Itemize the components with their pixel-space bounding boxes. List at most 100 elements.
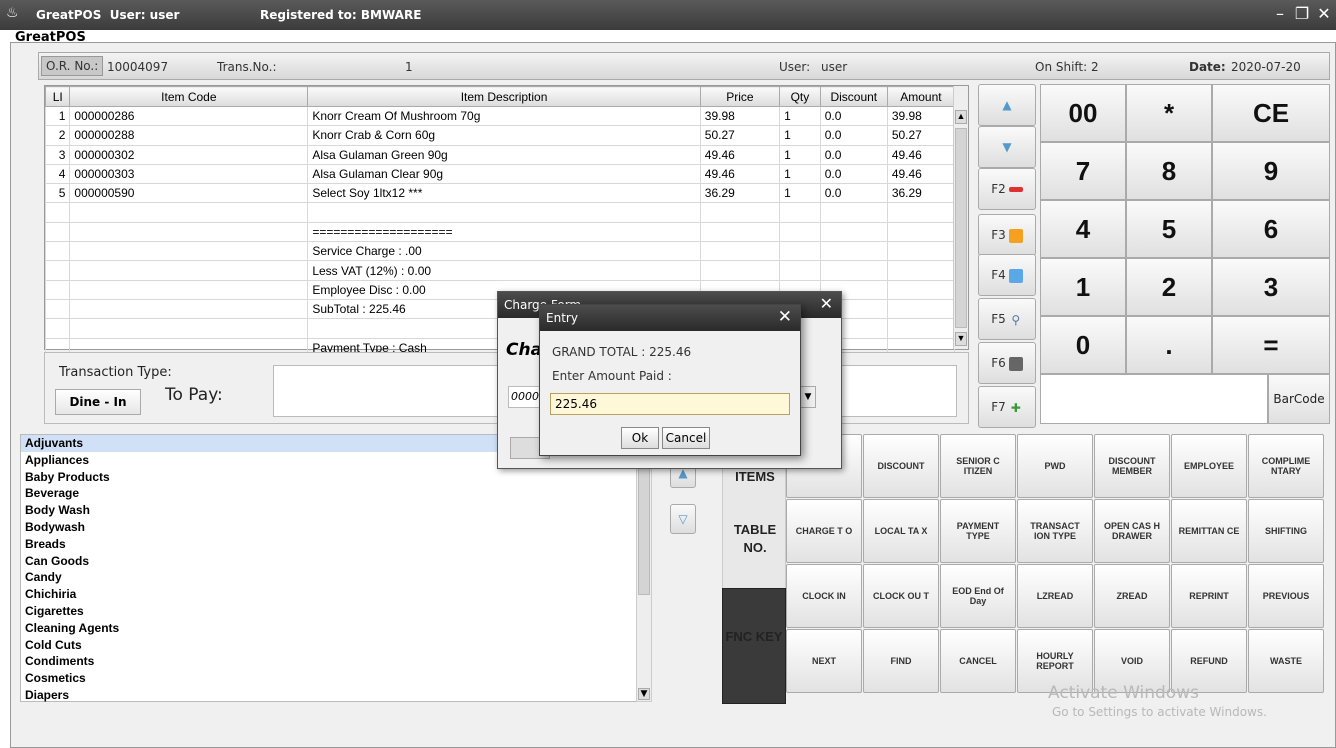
column-header[interactable]: Item Description [307, 86, 701, 107]
f3-button[interactable]: F3 [978, 214, 1036, 256]
function-button[interactable]: SHIFTING [1248, 499, 1324, 563]
key-ce[interactable]: CE [1212, 84, 1330, 142]
function-button[interactable]: CANCEL [940, 629, 1016, 693]
barcode-input[interactable] [1040, 374, 1268, 424]
scroll-down-button[interactable]: ▼ [978, 126, 1036, 168]
category-list[interactable]: Adjuvants Appliances Baby Products Beverage… [20, 434, 652, 702]
key-9[interactable]: 9 [1212, 142, 1330, 200]
f2-button[interactable]: F2 [978, 168, 1036, 210]
category-item[interactable]: Diapers [21, 687, 651, 704]
tab-table-no[interactable]: TABLE NO. [723, 521, 787, 557]
function-button[interactable]: PAYMENT TYPE [940, 499, 1016, 563]
f4-button[interactable]: F4 [978, 254, 1036, 296]
scroll-up-icon[interactable]: ▲ [955, 110, 967, 124]
category-item[interactable]: Baby Products [21, 469, 651, 486]
table-row[interactable]: 3 000000302 Alsa Gulaman Green 90g 49.46 1 0.… [44, 144, 956, 165]
scroll-up-button[interactable]: ▲ [978, 84, 1036, 126]
table-row[interactable]: 2 000000288 Knorr Crab & Corn 60g 50.27 1 0.0… [44, 125, 956, 146]
key-0[interactable]: 0 [1040, 316, 1126, 374]
grid-scrollbar[interactable]: ▲ ▼ [953, 86, 968, 349]
column-header[interactable]: Qty [779, 86, 821, 107]
column-header[interactable]: Item Code [69, 86, 309, 107]
function-button[interactable]: OPEN CAS H DRAWER [1094, 499, 1170, 563]
key-1[interactable]: 1 [1040, 258, 1126, 316]
table-row[interactable]: Less VAT (12%) : 0.00 [44, 260, 956, 281]
table-row[interactable] [44, 202, 956, 223]
table-row[interactable]: ==================== [44, 221, 956, 243]
column-header[interactable]: Price [699, 86, 781, 107]
category-item[interactable]: Chichiria [21, 586, 651, 603]
category-item[interactable]: Can Goods [21, 553, 651, 570]
function-button[interactable]: PWD [1017, 434, 1093, 498]
function-button[interactable]: FIND [863, 629, 939, 693]
key-equals[interactable]: = [1212, 316, 1330, 374]
function-button[interactable]: DISCOUNT [863, 434, 939, 498]
function-button[interactable]: NEXT [786, 629, 862, 693]
category-item[interactable]: Cosmetics [21, 670, 651, 687]
key-5[interactable]: 5 [1126, 200, 1212, 258]
function-button[interactable]: REPRINT [1171, 564, 1247, 628]
cancel-button[interactable]: Cancel [662, 427, 710, 449]
function-button[interactable]: CLOCK IN [786, 564, 862, 628]
category-scrollbar[interactable]: ▼ [636, 434, 652, 702]
category-item[interactable]: Candy [21, 569, 651, 586]
key-star[interactable]: * [1126, 84, 1212, 142]
column-header[interactable]: Discount [819, 86, 888, 107]
column-header[interactable]: LI [44, 86, 71, 107]
ok-button[interactable]: Ok [621, 427, 659, 449]
table-row[interactable]: 5 000000590 Select Soy 1ltx12 *** 36.29 1 0.0… [44, 183, 956, 204]
close-button[interactable]: ✕ [1314, 4, 1334, 23]
category-item[interactable]: Bodywash [21, 519, 651, 536]
function-button[interactable]: WASTE [1248, 629, 1324, 693]
function-button[interactable]: PREVIOUS [1248, 564, 1324, 628]
tab-items[interactable]: ITEMS [723, 469, 787, 484]
function-button[interactable]: CHARGE T O [786, 499, 862, 563]
f5-button[interactable]: F5 ⚲ [978, 298, 1036, 340]
key-6[interactable]: 6 [1212, 200, 1330, 258]
chevron-down-icon[interactable]: ▼ [800, 386, 816, 408]
function-button[interactable]: LZREAD [1017, 564, 1093, 628]
close-icon[interactable]: ✕ [820, 294, 833, 313]
tab-fnc-key[interactable]: FNC KEY [722, 588, 786, 704]
key-00[interactable]: 00 [1040, 84, 1126, 142]
category-item[interactable]: Cold Cuts [21, 637, 651, 654]
function-button[interactable]: LOCAL TA X [863, 499, 939, 563]
function-button[interactable]: CLOCK OU T [863, 564, 939, 628]
scroll-down-icon[interactable]: ▼ [955, 332, 967, 346]
barcode-button[interactable]: BarCode [1268, 374, 1330, 424]
category-item[interactable]: Cigarettes [21, 603, 651, 620]
category-item[interactable]: Breads [21, 536, 651, 553]
column-header[interactable]: Amount [886, 86, 956, 107]
function-button[interactable]: REMITTAN CE [1171, 499, 1247, 563]
maximize-button[interactable]: ❐ [1292, 4, 1312, 23]
function-button[interactable]: DISCOUNT MEMBER [1094, 434, 1170, 498]
function-button[interactable]: SENIOR C ITIZEN [940, 434, 1016, 498]
function-button[interactable]: ZREAD [1094, 564, 1170, 628]
minimize-button[interactable]: – [1270, 4, 1290, 23]
function-button[interactable]: TRANSACT ION TYPE [1017, 499, 1093, 563]
key-4[interactable]: 4 [1040, 200, 1126, 258]
key-7[interactable]: 7 [1040, 142, 1126, 200]
amount-paid-input[interactable] [550, 393, 790, 415]
nav-down-button[interactable]: ▽ [670, 504, 696, 534]
table-row[interactable]: Service Charge : .00 [44, 241, 956, 262]
f7-button[interactable]: F7 ✚ [978, 386, 1036, 428]
transaction-type-button[interactable]: Dine - In [55, 389, 141, 415]
table-row[interactable]: 1 000000286 Knorr Cream Of Mushroom 70g 39.… [44, 105, 956, 127]
category-item[interactable]: Cleaning Agents [21, 620, 651, 637]
key-3[interactable]: 3 [1212, 258, 1330, 316]
category-item[interactable]: Condiments [21, 653, 651, 670]
table-row[interactable]: 4 000000303 Alsa Gulaman Clear 90g 49.46 1 0.… [44, 163, 956, 185]
function-button[interactable]: COMPLIME NTARY [1248, 434, 1324, 498]
f6-button[interactable]: F6 [978, 342, 1036, 384]
key-dot[interactable]: . [1126, 316, 1212, 374]
category-item[interactable]: Body Wash [21, 502, 651, 519]
scroll-thumb[interactable] [955, 128, 967, 328]
close-icon[interactable]: ✕ [778, 307, 792, 327]
function-button[interactable]: EMPLOYEE [1171, 434, 1247, 498]
key-2[interactable]: 2 [1126, 258, 1212, 316]
key-8[interactable]: 8 [1126, 142, 1212, 200]
scroll-down-icon[interactable]: ▼ [638, 688, 650, 700]
function-button[interactable]: EOD End Of Day [940, 564, 1016, 628]
category-item[interactable]: Beverage [21, 485, 651, 502]
